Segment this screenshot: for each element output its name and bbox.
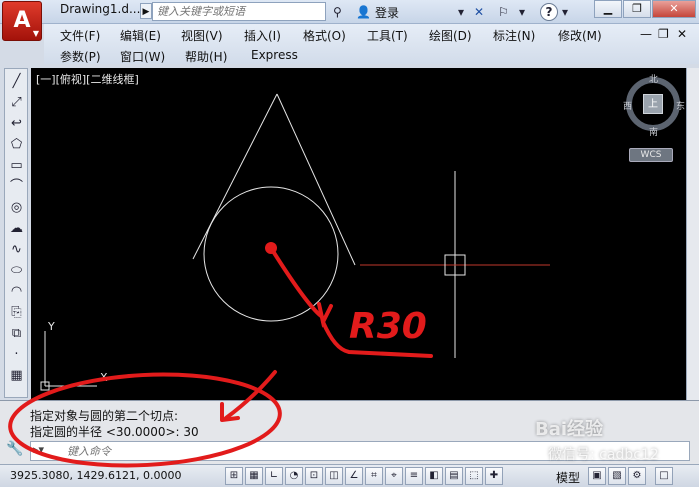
ucs-y-label: Y bbox=[47, 320, 55, 333]
mdi-restore-button[interactable]: ❐ bbox=[658, 27, 669, 41]
compass-west: 西 bbox=[623, 102, 633, 112]
mdi-close-button[interactable]: ✕ bbox=[677, 27, 687, 41]
title-bar: A ▼ Drawing1.d... ▶ ⚲ 👤 登录 ▾ ✕ ⚐ ▾ ? ▾ ▁… bbox=[0, 0, 699, 41]
menu-help[interactable]: 帮助(H) bbox=[185, 48, 227, 65]
watermark-wechat: 微信号: cadbc12 bbox=[548, 447, 659, 463]
model-space-button[interactable]: 模型 bbox=[556, 469, 580, 486]
command-recent-icon[interactable]: ▸▾ bbox=[33, 443, 44, 456]
compass-south: 南 bbox=[649, 128, 659, 138]
menu-edit[interactable]: 编辑(E) bbox=[120, 27, 161, 44]
document-title: Drawing1.d... bbox=[60, 2, 141, 16]
dynamic-ucs-icon[interactable]: ⌗ bbox=[365, 467, 383, 485]
selection-cycling-icon[interactable]: ⬚ bbox=[465, 467, 483, 485]
dynamic-input-icon[interactable]: ⌖ bbox=[385, 467, 403, 485]
wcs-menu-button[interactable]: WCS bbox=[629, 148, 673, 162]
menu-format[interactable]: 格式(O) bbox=[303, 27, 346, 44]
tangent-line-right bbox=[276, 93, 356, 266]
login-dropdown-icon[interactable]: ▾ bbox=[458, 3, 464, 21]
connect-dropdown-icon[interactable]: ▾ bbox=[519, 3, 525, 21]
menu-express[interactable]: Express bbox=[251, 48, 298, 62]
menu-bar: 文件(F) 编辑(E) 视图(V) 插入(I) 格式(O) 工具(T) 绘图(D… bbox=[44, 24, 699, 64]
help-dropdown-icon[interactable]: ▾ bbox=[562, 3, 568, 21]
exchange-icon[interactable]: ✕ bbox=[474, 3, 484, 21]
polar-tracking-icon[interactable]: ◔ bbox=[285, 467, 303, 485]
transparency-icon[interactable]: ◧ bbox=[425, 467, 443, 485]
ortho-mode-icon[interactable]: ∟ bbox=[265, 467, 283, 485]
chevron-down-icon: ▼ bbox=[32, 29, 39, 38]
object-snap-tracking-icon[interactable]: ∠ bbox=[345, 467, 363, 485]
make-block-tool-icon[interactable]: ⧉ bbox=[7, 324, 26, 343]
grid-display-icon[interactable]: ▦ bbox=[245, 467, 263, 485]
quick-access-expand-button[interactable]: ▶ bbox=[140, 3, 152, 19]
menu-file[interactable]: 文件(F) bbox=[60, 27, 100, 44]
revision-cloud-tool-icon[interactable]: ☁ bbox=[7, 219, 26, 238]
ucs-x-label: X bbox=[100, 371, 108, 384]
cursor-coordinates[interactable]: 3925.3080, 1429.6121, 0.0000 bbox=[10, 469, 181, 482]
help-button[interactable]: ? bbox=[540, 3, 558, 21]
menu-dimension[interactable]: 标注(N) bbox=[493, 27, 535, 44]
quick-properties-icon[interactable]: ▤ bbox=[445, 467, 463, 485]
ellipse-arc-tool-icon[interactable]: ◠ bbox=[7, 282, 26, 301]
drawing-geometry: Y X R30 bbox=[40, 77, 680, 391]
connect-icon[interactable]: ⚐ bbox=[498, 3, 509, 21]
clean-screen-icon[interactable]: □ bbox=[655, 467, 673, 485]
binoculars-icon[interactable]: ⚲ bbox=[333, 3, 342, 21]
close-button[interactable]: ✕ bbox=[652, 0, 696, 18]
minimize-button[interactable]: ▁ bbox=[594, 0, 622, 18]
login-button[interactable]: 登录 bbox=[375, 4, 399, 21]
object-snap-icon[interactable]: ⊡ bbox=[305, 467, 323, 485]
spline-tool-icon[interactable]: ∿ bbox=[7, 240, 26, 259]
customize-wrench-icon[interactable]: 🔧 bbox=[6, 441, 23, 457]
menu-draw[interactable]: 绘图(D) bbox=[429, 27, 472, 44]
mdi-minimize-button[interactable]: — bbox=[640, 27, 652, 41]
point-tool-icon[interactable]: · bbox=[7, 345, 26, 364]
compass-east: 东 bbox=[676, 102, 686, 112]
layout-quick-view-icon[interactable]: ▣ bbox=[588, 467, 606, 485]
draw-toolbar: ╱ ⤢ ↩ ⬠ ▭ ⌒ ◎ ☁ ∿ ⬭ ◠ ⎘ ⧉ · ▦ bbox=[4, 68, 28, 398]
search-input[interactable] bbox=[152, 2, 326, 21]
circle-tool-icon[interactable]: ◎ bbox=[7, 198, 26, 217]
polyline-tool-icon[interactable]: ↩ bbox=[7, 114, 26, 133]
polygon-tool-icon[interactable]: ⬠ bbox=[7, 135, 26, 154]
menu-window[interactable]: 窗口(W) bbox=[120, 48, 165, 65]
snap-mode-icon[interactable]: ⊞ bbox=[225, 467, 243, 485]
drawing-quick-view-icon[interactable]: ▧ bbox=[608, 467, 626, 485]
insert-block-tool-icon[interactable]: ⎘ bbox=[7, 303, 26, 322]
application-menu-button[interactable]: A ▼ bbox=[2, 1, 42, 41]
menu-modify[interactable]: 修改(M) bbox=[558, 27, 602, 44]
status-bar: 3925.3080, 1429.6121, 0.0000 ⊞ ▦ ∟ ◔ ⊡ ◫… bbox=[0, 464, 699, 487]
restore-button[interactable]: ❐ bbox=[623, 0, 651, 18]
menu-insert[interactable]: 插入(I) bbox=[244, 27, 281, 44]
annotation-radius-stroke bbox=[269, 246, 323, 318]
construction-line-tool-icon[interactable]: ⤢ bbox=[7, 93, 26, 112]
command-history-line-1: 指定对象与圆的第二个切点: bbox=[30, 409, 179, 423]
app-logo-letter: A bbox=[13, 8, 31, 33]
menu-parametric[interactable]: 参数(P) bbox=[60, 48, 101, 65]
hatch-tool-icon[interactable]: ▦ bbox=[7, 366, 26, 385]
command-history-line-2: 指定圆的半径 <30.0000>: 30 bbox=[30, 425, 199, 439]
menu-view[interactable]: 视图(V) bbox=[181, 27, 223, 44]
user-icon[interactable]: 👤 bbox=[356, 3, 371, 21]
workspace-switch-icon[interactable]: ⚙ bbox=[628, 467, 646, 485]
watermark-brand: Bai经验 bbox=[535, 419, 604, 440]
rectangle-tool-icon[interactable]: ▭ bbox=[7, 156, 26, 175]
vertical-scrollbar[interactable] bbox=[686, 68, 699, 400]
viewcube-top-face[interactable]: 上 bbox=[643, 94, 663, 114]
ellipse-tool-icon[interactable]: ⬭ bbox=[7, 261, 26, 280]
drawing-canvas[interactable]: [一][俯视][二维线框] Y X R30 北 南 西 东 上 WCS bbox=[31, 68, 686, 400]
annotation-radius-text: R30 bbox=[349, 306, 427, 347]
line-tool-icon[interactable]: ╱ bbox=[7, 72, 26, 91]
3d-osnap-icon[interactable]: ◫ bbox=[325, 467, 343, 485]
lineweight-icon[interactable]: ≡ bbox=[405, 467, 423, 485]
annotation-arrowhead bbox=[317, 302, 333, 328]
annotation-monitor-icon[interactable]: ✚ bbox=[485, 467, 503, 485]
compass-north: 北 bbox=[649, 75, 659, 85]
arc-tool-icon[interactable]: ⌒ bbox=[7, 177, 26, 196]
tangent-line-left bbox=[192, 93, 278, 260]
command-input[interactable] bbox=[67, 443, 367, 459]
menu-tools[interactable]: 工具(T) bbox=[367, 27, 408, 44]
